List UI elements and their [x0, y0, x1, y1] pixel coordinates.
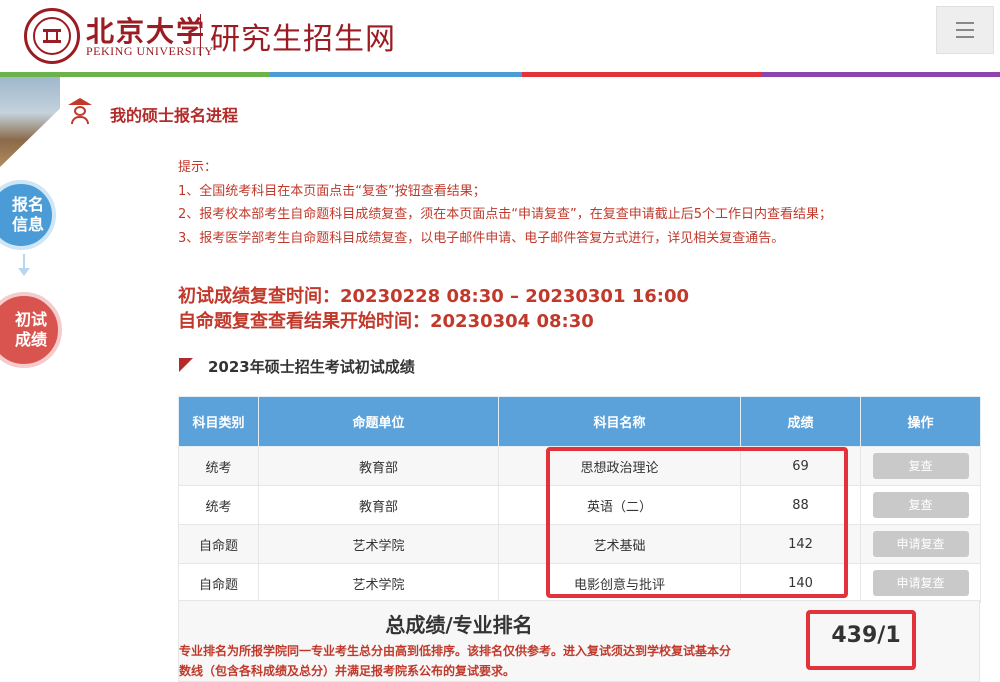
menu-icon-line — [956, 29, 974, 31]
result-time-line: 自命题复查查看结果开始时间：20230304 08:30 — [178, 311, 594, 332]
action-cell: 申请复查 — [860, 524, 981, 564]
review-time-info: 初试成绩复查时间：20230228 08:30 – 20230301 16:00… — [178, 284, 689, 334]
logo-english-name: PEKING UNIVERSITY — [86, 44, 214, 58]
action-cell: 复查 — [860, 446, 981, 486]
graduate-icon — [68, 98, 92, 124]
step-label: 初试成绩 — [14, 310, 47, 349]
notice-box: 提示： 1、全国统考科目在本页面点击“复查”按钮查看结果； 2、报考校本部考生自… — [178, 156, 978, 250]
menu-icon-line — [956, 22, 974, 24]
menu-icon-line — [956, 36, 974, 38]
logo-divider — [200, 14, 201, 56]
step-arrow-icon — [18, 254, 30, 280]
step-registration-info[interactable]: 报名信息 — [0, 180, 56, 250]
notice-line: 3、报考医学部考生自命题科目成绩复查，以电子邮件申请、电子邮件答复方式进行，详见… — [178, 230, 785, 246]
subject-category: 统考 — [178, 446, 259, 486]
exam-unit: 教育部 — [258, 485, 499, 525]
color-bar-segment — [762, 72, 1000, 77]
graduate-body-shape — [71, 116, 89, 124]
seal-gate-icon — [43, 29, 61, 43]
column-header: 成绩 — [740, 396, 861, 447]
review-button[interactable]: 复查 — [872, 492, 969, 518]
header-color-bar — [0, 72, 1000, 77]
seal-inner-ring — [33, 17, 71, 55]
highlight-box-subjects — [546, 447, 848, 598]
step-label: 报名信息 — [11, 195, 44, 234]
action-cell: 复查 — [860, 485, 981, 525]
subject-category: 自命题 — [178, 563, 259, 603]
apply-review-button[interactable]: 申请复查 — [872, 531, 969, 557]
graduate-cap-shape — [68, 98, 92, 105]
action-cell: 申请复查 — [860, 563, 981, 603]
color-bar-segment — [522, 72, 762, 77]
review-button[interactable]: 复查 — [872, 453, 969, 479]
review-time-line: 初试成绩复查时间：20230228 08:30 – 20230301 16:00 — [178, 286, 690, 307]
graduate-head-shape — [74, 106, 86, 116]
column-header: 科目名称 — [498, 396, 741, 447]
apply-review-button[interactable]: 申请复查 — [872, 570, 969, 596]
exam-unit: 教育部 — [258, 446, 499, 486]
exam-unit: 艺术学院 — [258, 563, 499, 603]
exam-title: 2023年硕士招生考试初试成绩 — [208, 358, 415, 376]
column-header: 科目类别 — [178, 396, 259, 447]
section-title: 我的硕士报名进程 — [110, 106, 239, 125]
subject-category: 统考 — [178, 485, 259, 525]
notice-line: 1、全国统考科目在本页面点击“复查”按钮查看结果； — [178, 183, 486, 199]
color-bar-segment — [0, 72, 270, 77]
ranking-note: 专业排名为所报学院同一专业考生总分由高到低排序。该排名仅供参考。进入复试须达到学… — [179, 644, 732, 678]
column-header: 命题单位 — [258, 396, 499, 447]
column-header: 操作 — [860, 396, 981, 447]
step-preliminary-scores[interactable]: 初试成绩 — [0, 292, 62, 368]
exam-unit: 艺术学院 — [258, 524, 499, 564]
hamburger-menu-button[interactable] — [936, 6, 994, 54]
university-seal-logo[interactable] — [24, 8, 80, 64]
highlight-box-total — [806, 610, 916, 670]
table-header-row: 科目类别 命题单位 科目名称 成绩 操作 — [178, 396, 981, 447]
site-title[interactable]: 研究生招生网 — [210, 14, 396, 58]
subject-category: 自命题 — [178, 524, 259, 564]
total-score-label: 总成绩/专业排名 — [385, 613, 533, 637]
campus-photo — [0, 77, 60, 167]
notice-heading: 提示： — [178, 160, 218, 175]
color-bar-segment — [270, 72, 522, 77]
notice-line: 2、报考校本部考生自命题科目成绩复查，须在本页面点击“申请复查”，在复查申请截止… — [178, 207, 833, 222]
flag-icon — [179, 358, 193, 372]
site-header: 北京大学 PEKING UNIVERSITY 研究生招生网 — [0, 0, 1000, 72]
